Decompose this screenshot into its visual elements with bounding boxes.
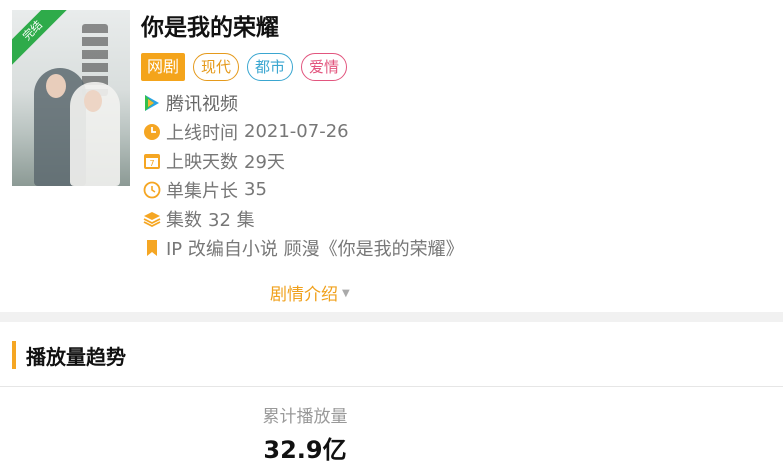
ip-source: IP 改编自小说 顾漫《你是我的荣耀》 [166, 238, 464, 260]
platform-name: 腾讯视频 [166, 93, 238, 115]
section-header: 播放量趋势 [12, 340, 126, 370]
release-row: 上线时间 2021-07-26 [142, 117, 464, 146]
days-value: 29天 [244, 151, 285, 173]
header-divider [0, 386, 783, 387]
section-accent-bar [12, 341, 16, 369]
length-row: 单集片长 35 [142, 175, 464, 204]
poster-face [84, 90, 102, 112]
drama-info-card: 完结 你是我的荣耀 网剧 现代 都市 爱情 腾讯视频 上线时间 2021-07-… [0, 0, 783, 312]
info-rows: 腾讯视频 上线时间 2021-07-26 7 上映天数 29天 单集片长 35 … [142, 88, 464, 262]
poster-image[interactable]: 完结 [12, 10, 130, 186]
drama-detail-page: 完结 你是我的荣耀 网剧 现代 都市 爱情 腾讯视频 上线时间 2021-07-… [0, 0, 783, 466]
play-trend-section: 播放量趋势 累计播放量 32.9亿 [0, 322, 783, 466]
release-label: 上线时间 [166, 122, 238, 144]
svg-text:7: 7 [149, 159, 154, 168]
genre-tag-modern[interactable]: 现代 [193, 53, 240, 81]
drama-title: 你是我的荣耀 [141, 15, 279, 41]
episodes-value: 32 集 [208, 209, 255, 231]
episodes-label: 集数 [166, 209, 202, 231]
bookmark-icon [142, 238, 162, 258]
layers-icon [142, 209, 162, 229]
length-label: 单集片长 [166, 180, 238, 202]
genre-tag-city[interactable]: 都市 [247, 53, 294, 81]
total-plays-value: 32.9亿 [263, 436, 347, 464]
platform-row[interactable]: 腾讯视频 [142, 88, 464, 117]
days-row: 7 上映天数 29天 [142, 146, 464, 175]
completed-badge: 完结 [12, 10, 70, 68]
calendar-icon: 7 [142, 151, 162, 171]
release-date: 2021-07-26 [244, 121, 349, 142]
timer-icon [142, 180, 162, 200]
caret-down-icon: ▼ [342, 288, 350, 299]
type-tag[interactable]: 网剧 [141, 53, 186, 81]
section-divider [0, 312, 783, 322]
clock-icon [142, 122, 162, 142]
section-title: 播放量趋势 [26, 344, 126, 369]
plot-intro-label: 剧情介绍 [270, 285, 338, 305]
total-plays-label: 累计播放量 [262, 407, 348, 427]
episodes-row: 集数 32 集 [142, 204, 464, 233]
plot-intro-toggle[interactable]: 剧情介绍 ▼ [270, 280, 350, 305]
days-label: 上映天数 [166, 151, 238, 173]
genre-tag-romance[interactable]: 爱情 [301, 53, 348, 81]
length-value: 35 [244, 179, 267, 200]
poster-face [46, 74, 66, 98]
ip-row: IP 改编自小说 顾漫《你是我的荣耀》 [142, 233, 464, 262]
tag-list: 网剧 现代 都市 爱情 [141, 52, 348, 82]
tencent-video-icon [142, 93, 162, 113]
